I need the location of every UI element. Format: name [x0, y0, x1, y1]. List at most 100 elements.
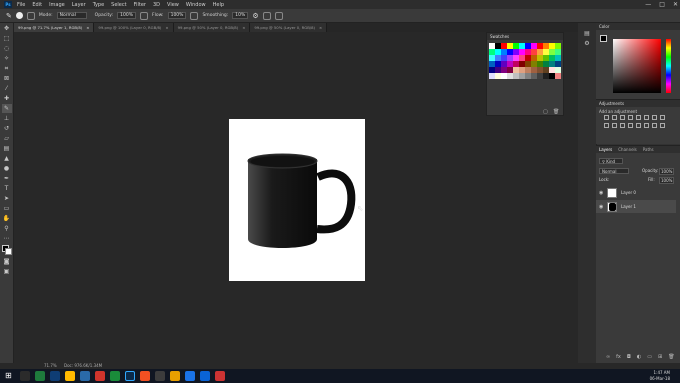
taskbar-app-icon[interactable]: [140, 371, 150, 381]
document-tab[interactable]: 99.png @ 71.7% (Layer 1, RGB/8) ×: [14, 23, 95, 32]
levels-icon[interactable]: [612, 115, 617, 120]
foreground-background-colors[interactable]: [1, 245, 12, 255]
color-panel-foreground[interactable]: [600, 35, 607, 42]
menu-select[interactable]: Select: [111, 2, 126, 8]
delete-swatch-icon[interactable]: 🗑: [553, 109, 559, 115]
taskbar-app-icon[interactable]: [110, 371, 120, 381]
zoom-tool-icon[interactable]: ⚲: [2, 224, 12, 233]
symmetry-icon[interactable]: [274, 11, 283, 20]
tab-paths[interactable]: Paths: [643, 146, 654, 153]
new-layer-icon[interactable]: ⊞: [658, 354, 662, 360]
blend-mode-select[interactable]: Normal: [599, 168, 629, 174]
smoothing-field[interactable]: 10%: [232, 12, 249, 19]
menu-3d[interactable]: 3D: [153, 2, 160, 8]
new-swatch-icon[interactable]: ▢: [543, 109, 548, 115]
clone-stamp-tool-icon[interactable]: ⊥: [2, 114, 12, 123]
minimize-button[interactable]: —: [645, 1, 651, 8]
threshold-icon[interactable]: [644, 123, 649, 128]
history-brush-tool-icon[interactable]: ↺: [2, 124, 12, 133]
color-panel-title[interactable]: Color: [599, 23, 609, 30]
pressure-opacity-icon[interactable]: [140, 11, 149, 20]
quick-select-tool-icon[interactable]: ✧: [2, 54, 12, 63]
background-color-swatch[interactable]: [4, 248, 12, 255]
taskbar-app-icon[interactable]: [185, 371, 195, 381]
close-tab-icon[interactable]: ×: [86, 25, 89, 30]
pressure-size-icon[interactable]: [262, 11, 271, 20]
curves-icon[interactable]: [620, 115, 625, 120]
document-tab[interactable]: 99.png @ 100% (Layer 0, RGB/8) ×: [94, 23, 174, 32]
menu-window[interactable]: Window: [186, 2, 206, 8]
color-swatch[interactable]: [555, 73, 561, 79]
close-tab-icon[interactable]: ×: [319, 25, 322, 30]
close-button[interactable]: ✕: [673, 1, 678, 8]
new-group-icon[interactable]: ▭: [647, 354, 652, 360]
channel-mixer-icon[interactable]: [612, 123, 617, 128]
fill-field[interactable]: 100%: [659, 177, 675, 184]
menu-type[interactable]: Type: [93, 2, 104, 8]
marquee-tool-icon[interactable]: ⬚: [2, 34, 12, 43]
frame-tool-icon[interactable]: ⊠: [2, 74, 12, 83]
gradient-map-icon[interactable]: [652, 123, 657, 128]
black-white-icon[interactable]: [660, 115, 665, 120]
gradient-tool-icon[interactable]: ▤: [2, 144, 12, 153]
close-tab-icon[interactable]: ×: [242, 25, 245, 30]
airbrush-icon[interactable]: [190, 11, 199, 20]
brush-preset-picker[interactable]: [15, 12, 23, 19]
blur-tool-icon[interactable]: ▲: [2, 154, 12, 163]
add-mask-icon[interactable]: ◘: [627, 354, 631, 360]
color-picker-field[interactable]: [613, 39, 661, 93]
posterize-icon[interactable]: [636, 123, 641, 128]
taskbar-app-icon[interactable]: [80, 371, 90, 381]
tab-layers[interactable]: Layers: [599, 146, 612, 153]
taskbar-app-icon[interactable]: [65, 371, 75, 381]
opacity-field[interactable]: 100%: [117, 12, 137, 19]
layer-name[interactable]: Layer 0: [621, 190, 636, 195]
menu-filter[interactable]: Filter: [134, 2, 146, 8]
brush-tool-icon[interactable]: ✎: [6, 12, 12, 20]
lasso-tool-icon[interactable]: ◌: [2, 44, 12, 53]
maximize-button[interactable]: □: [659, 1, 665, 8]
brightness-contrast-icon[interactable]: [604, 115, 609, 120]
edit-toolbar-icon[interactable]: ⋯: [2, 234, 12, 243]
menu-edit[interactable]: Edit: [32, 2, 42, 8]
close-tab-icon[interactable]: ×: [165, 25, 168, 30]
layer-opacity-field[interactable]: 100%: [659, 168, 675, 175]
menu-layer[interactable]: Layer: [72, 2, 86, 8]
hand-tool-icon[interactable]: ✋: [2, 214, 12, 223]
exposure-icon[interactable]: [628, 115, 633, 120]
pen-tool-icon[interactable]: ✒: [2, 174, 12, 183]
document-canvas[interactable]: [229, 119, 365, 281]
menu-view[interactable]: View: [167, 2, 179, 8]
type-tool-icon[interactable]: T: [2, 184, 12, 193]
document-tab[interactable]: 99.png @ 50% (Layer 0, RGB/8) ×: [173, 23, 251, 32]
hue-saturation-icon[interactable]: [644, 115, 649, 120]
rectangle-tool-icon[interactable]: ▭: [2, 204, 12, 213]
properties-panel-icon[interactable]: ⚙: [582, 39, 592, 48]
adjustments-title[interactable]: Adjustments: [599, 100, 624, 107]
layer-row-selected[interactable]: ◉ Layer 1: [596, 200, 676, 213]
layer-row[interactable]: ◉ Layer 0: [596, 186, 676, 199]
eraser-tool-icon[interactable]: ▱: [2, 134, 12, 143]
move-tool-icon[interactable]: ✥: [2, 24, 12, 33]
eyedropper-tool-icon[interactable]: ⁄: [2, 84, 12, 93]
taskbar-app-icon[interactable]: [20, 371, 30, 381]
vibrance-icon[interactable]: [636, 115, 641, 120]
taskbar-app-icon[interactable]: [50, 371, 60, 381]
taskbar-app-icon[interactable]: [170, 371, 180, 381]
taskbar-app-icon[interactable]: [35, 371, 45, 381]
visibility-eye-icon[interactable]: ◉: [599, 190, 604, 196]
taskbar-photoshop-icon[interactable]: [125, 371, 135, 381]
zoom-level[interactable]: 71.7%: [44, 363, 57, 368]
hue-slider[interactable]: [666, 39, 671, 93]
taskbar-app-icon[interactable]: [95, 371, 105, 381]
smoothing-gear-icon[interactable]: ⚙: [252, 12, 258, 20]
path-select-tool-icon[interactable]: ➤: [2, 194, 12, 203]
color-lookup-icon[interactable]: [620, 123, 625, 128]
taskbar-app-icon[interactable]: [200, 371, 210, 381]
fx-icon[interactable]: fx: [616, 354, 621, 360]
healing-brush-tool-icon[interactable]: ✚: [2, 94, 12, 103]
mode-select[interactable]: Normal: [56, 12, 87, 19]
invert-icon[interactable]: [628, 123, 633, 128]
menu-file[interactable]: File: [17, 2, 25, 8]
new-adjustment-icon[interactable]: ◐: [637, 354, 641, 360]
